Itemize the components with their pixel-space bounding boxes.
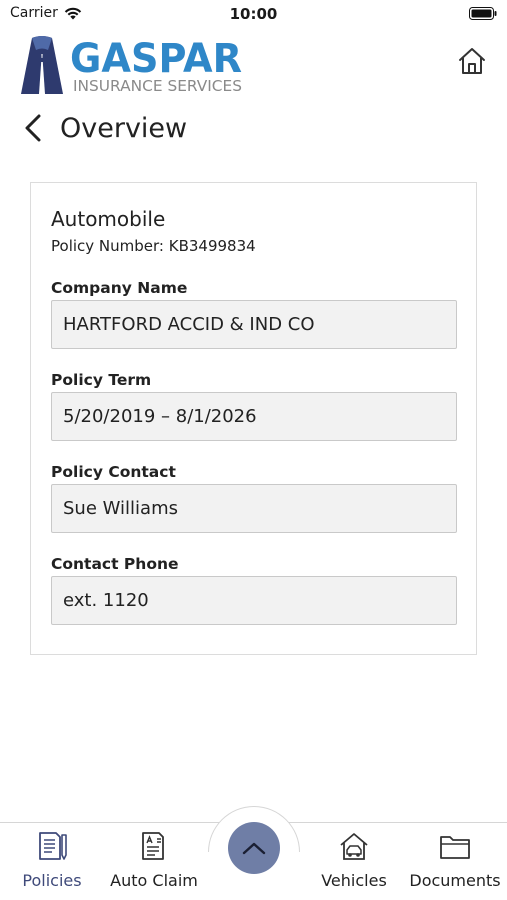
chevron-left-icon: [25, 114, 41, 142]
contact-phone-label: Contact Phone: [51, 555, 179, 573]
nav-item-documents[interactable]: Documents: [405, 827, 505, 890]
vehicles-icon: [336, 827, 372, 865]
nav-item-auto-claim[interactable]: Auto Claim: [108, 827, 200, 890]
nav-label-policies: Policies: [22, 871, 82, 890]
back-button[interactable]: [20, 112, 46, 144]
logo-tagline: INSURANCE SERVICES: [73, 77, 242, 95]
nav-label-auto-claim: Auto Claim: [110, 871, 198, 890]
logo-name: GASPAR: [70, 36, 242, 82]
nav-item-vehicles[interactable]: Vehicles: [316, 827, 392, 890]
policy-card: Automobile Policy Number: KB3499834 Comp…: [30, 182, 477, 655]
policy-term-field[interactable]: 5/20/2019 – 8/1/2026: [51, 392, 457, 441]
policies-icon: [34, 827, 70, 865]
auto-claim-icon: [136, 827, 172, 865]
chevron-up-icon: [242, 842, 266, 855]
battery-icon: [469, 7, 497, 20]
nav-label-vehicles: Vehicles: [321, 871, 387, 890]
title-row: Overview: [20, 106, 187, 150]
app-header: GASPAR INSURANCE SERVICES: [0, 28, 507, 100]
company-name-value: HARTFORD ACCID & IND CO: [63, 314, 315, 335]
home-icon: [459, 48, 485, 74]
policy-term-value: 5/20/2019 – 8/1/2026: [63, 406, 257, 427]
nav-label-documents: Documents: [409, 871, 501, 890]
company-name-label: Company Name: [51, 279, 188, 297]
nav-item-policies[interactable]: Policies: [20, 827, 84, 890]
status-bar: Carrier 10:00: [0, 0, 507, 28]
company-name-field[interactable]: HARTFORD ACCID & IND CO: [51, 300, 457, 349]
documents-icon: [437, 827, 473, 865]
clock: 10:00: [229, 5, 278, 23]
policy-term-label: Policy Term: [51, 371, 152, 389]
contact-phone-value: ext. 1120: [63, 590, 149, 611]
gaspar-logo: GASPAR INSURANCE SERVICES: [21, 36, 242, 95]
policy-contact-field[interactable]: Sue Williams: [51, 484, 457, 533]
expand-menu-button[interactable]: [228, 822, 280, 874]
policy-contact-label: Policy Contact: [51, 463, 176, 481]
policy-contact-value: Sue Williams: [63, 498, 178, 519]
home-button[interactable]: [455, 44, 489, 78]
policy-type: Automobile: [51, 207, 166, 231]
contact-phone-field[interactable]: ext. 1120: [51, 576, 457, 625]
page-title: Overview: [60, 112, 188, 144]
policy-number: Policy Number: KB3499834: [51, 237, 256, 255]
